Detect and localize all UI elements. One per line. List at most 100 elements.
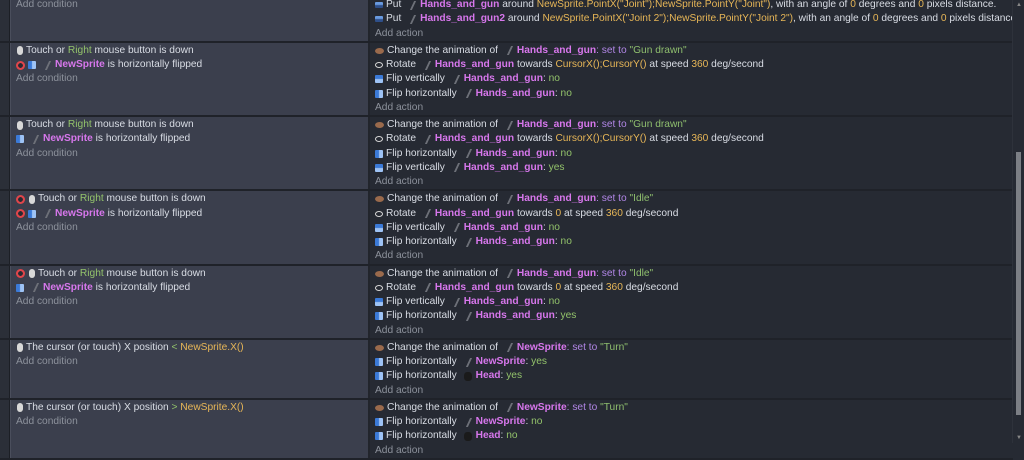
add-condition-button[interactable]: Add condition xyxy=(16,0,368,12)
action[interactable]: Rotate Hands_and_gun towards 0 at speed … xyxy=(375,207,1013,221)
event-gutter[interactable] xyxy=(0,399,10,458)
condition[interactable]: Touch or Right mouse button is down xyxy=(16,267,368,281)
action[interactable]: Flip vertically Hands_and_gun: no xyxy=(375,221,1013,235)
action[interactable]: Change the animation of Hands_and_gun: s… xyxy=(375,44,1013,58)
condition[interactable]: Touch or Right mouse button is down xyxy=(16,44,368,58)
text: is horizontally flipped xyxy=(92,281,191,293)
condition[interactable]: Touch or Right mouse button is down xyxy=(16,118,368,132)
add-action-button[interactable]: Add action xyxy=(375,101,1013,115)
condition[interactable]: NewSprite is horizontally flipped xyxy=(16,58,368,72)
flip-vertical-icon xyxy=(375,75,383,84)
vertical-scrollbar[interactable]: ▲ ▼ xyxy=(1012,0,1024,443)
action[interactable]: Put Hands_and_gun2 around NewSprite.Poin… xyxy=(375,12,1019,26)
invert-condition-icon xyxy=(16,194,25,204)
action[interactable]: Flip horizontally Hands_and_gun: no xyxy=(375,235,1013,249)
condition[interactable]: NewSprite is horizontally flipped xyxy=(16,207,368,221)
object-name: Hands_and_gun xyxy=(434,133,515,145)
add-condition-button[interactable]: Add condition xyxy=(16,415,368,429)
text: Put xyxy=(386,0,405,10)
condition[interactable]: NewSprite is horizontally flipped xyxy=(16,281,368,295)
action[interactable]: Change the animation of NewSprite: set t… xyxy=(375,341,1013,355)
action[interactable]: Flip vertically Hands_and_gun: no xyxy=(375,295,1013,309)
conditions-panel: Touch or Right mouse button is down NewSp… xyxy=(10,265,370,338)
action[interactable]: Flip horizontally Hands_and_gun: yes xyxy=(375,309,1013,323)
object-thumbnail-icon xyxy=(424,134,431,144)
text: Flip vertically xyxy=(386,221,448,233)
object-thumbnail-icon xyxy=(453,74,460,84)
conditions-panel: The cursor (or touch) X position < NewSp… xyxy=(10,339,370,398)
object-thumbnail-icon xyxy=(506,269,513,279)
animation-icon xyxy=(375,196,384,203)
add-action-button[interactable]: Add action xyxy=(375,175,1013,189)
event-row: The cursor (or touch) X position < NewSp… xyxy=(0,339,1013,400)
event-gutter[interactable] xyxy=(0,339,10,398)
event-gutter[interactable] xyxy=(0,42,10,115)
flip-vertical-icon xyxy=(375,163,383,172)
action[interactable]: Change the animation of Hands_and_gun: s… xyxy=(375,118,1013,132)
text: Flip horizontally xyxy=(386,147,460,159)
object-name: Hands_and_gun xyxy=(516,267,597,279)
object-name: Hands_and_gun xyxy=(475,87,555,99)
flip-vertical-icon xyxy=(375,223,383,232)
condition[interactable]: NewSprite is horizontally flipped xyxy=(16,132,368,146)
add-action-button[interactable]: Add action xyxy=(375,27,1019,41)
action[interactable]: Rotate Hands_and_gun towards CursorX();C… xyxy=(375,58,1013,72)
text: Change the animation of xyxy=(387,401,501,413)
action[interactable]: Change the animation of NewSprite: set t… xyxy=(375,401,1013,415)
condition[interactable]: The cursor (or touch) X position < NewSp… xyxy=(16,341,368,355)
add-condition-button[interactable]: Add condition xyxy=(16,72,368,86)
flip-horizontal-icon xyxy=(375,432,383,441)
event-gutter[interactable] xyxy=(0,0,10,41)
string-value: "Idle" xyxy=(629,193,654,205)
text: : set to xyxy=(566,401,601,413)
action[interactable]: Put Hands_and_gun around NewSprite.Point… xyxy=(375,0,1019,12)
actions-panel: Change the animation of Hands_and_gun: s… xyxy=(370,191,1013,264)
scroll-up-arrow-icon[interactable]: ▲ xyxy=(1016,2,1022,8)
scroll-down-arrow-icon[interactable]: ▼ xyxy=(1016,435,1022,441)
action[interactable]: Change the animation of Hands_and_gun: s… xyxy=(375,192,1013,206)
object-thumbnail-icon xyxy=(463,431,472,441)
event-gutter[interactable] xyxy=(0,265,10,338)
conditions-panel: Add condition xyxy=(10,0,370,41)
invert-condition-icon xyxy=(16,60,25,70)
action[interactable]: Flip horizontally NewSprite: yes xyxy=(375,355,1013,369)
conditions-panel: The cursor (or touch) X position > NewSp… xyxy=(10,399,370,458)
action[interactable]: Flip horizontally Hands_and_gun: no xyxy=(375,87,1013,101)
action[interactable]: Change the animation of Hands_and_gun: s… xyxy=(375,267,1013,281)
text: deg/second xyxy=(622,281,679,293)
add-action-button[interactable]: Add action xyxy=(375,249,1013,263)
add-action-button[interactable]: Add action xyxy=(375,324,1013,338)
object-name: Hands_and_gun xyxy=(434,59,515,70)
event-gutter[interactable] xyxy=(0,117,10,190)
text: pixels distance. xyxy=(946,13,1020,25)
condition[interactable]: The cursor (or touch) X position > NewSp… xyxy=(16,401,368,415)
text: deg/second xyxy=(708,133,764,145)
action[interactable]: Rotate Hands_and_gun towards 0 at speed … xyxy=(375,281,1013,295)
scrollbar-thumb[interactable] xyxy=(1016,152,1021,415)
object-thumbnail-icon xyxy=(463,371,472,381)
action[interactable]: Flip vertically Hands_and_gun: yes xyxy=(375,161,1013,175)
text: degrees and xyxy=(855,0,919,10)
flip-horizontal-icon xyxy=(375,312,383,321)
action[interactable]: Flip horizontally Hands_and_gun: no xyxy=(375,147,1013,161)
object-name: Hands_and_gun xyxy=(420,0,500,10)
add-action-button[interactable]: Add action xyxy=(375,444,1013,458)
add-action-button[interactable]: Add action xyxy=(375,384,1013,398)
object-name: Hands_and_gun xyxy=(516,119,597,130)
action[interactable]: Flip horizontally NewSprite: no xyxy=(375,415,1013,429)
animation-icon xyxy=(375,122,384,129)
add-condition-button[interactable]: Add condition xyxy=(16,147,368,161)
action[interactable]: Rotate Hands_and_gun towards CursorX();C… xyxy=(375,132,1013,146)
text: : set to xyxy=(596,44,630,56)
expression: CursorX();CursorY() xyxy=(555,59,647,70)
action[interactable]: Flip vertically Hands_and_gun: no xyxy=(375,72,1013,86)
action[interactable]: Flip horizontally Head: no xyxy=(375,429,1013,443)
add-condition-button[interactable]: Add condition xyxy=(16,295,368,309)
event-gutter[interactable] xyxy=(0,191,10,264)
condition[interactable]: Touch or Right mouse button is down xyxy=(16,192,368,206)
event-row: Add condition Put Hands_and_gun around Ne… xyxy=(0,0,1020,43)
text: Change the animation of xyxy=(387,193,501,205)
add-condition-button[interactable]: Add condition xyxy=(16,355,368,369)
action[interactable]: Flip horizontally Head: yes xyxy=(375,369,1013,383)
add-condition-button[interactable]: Add condition xyxy=(16,221,368,235)
